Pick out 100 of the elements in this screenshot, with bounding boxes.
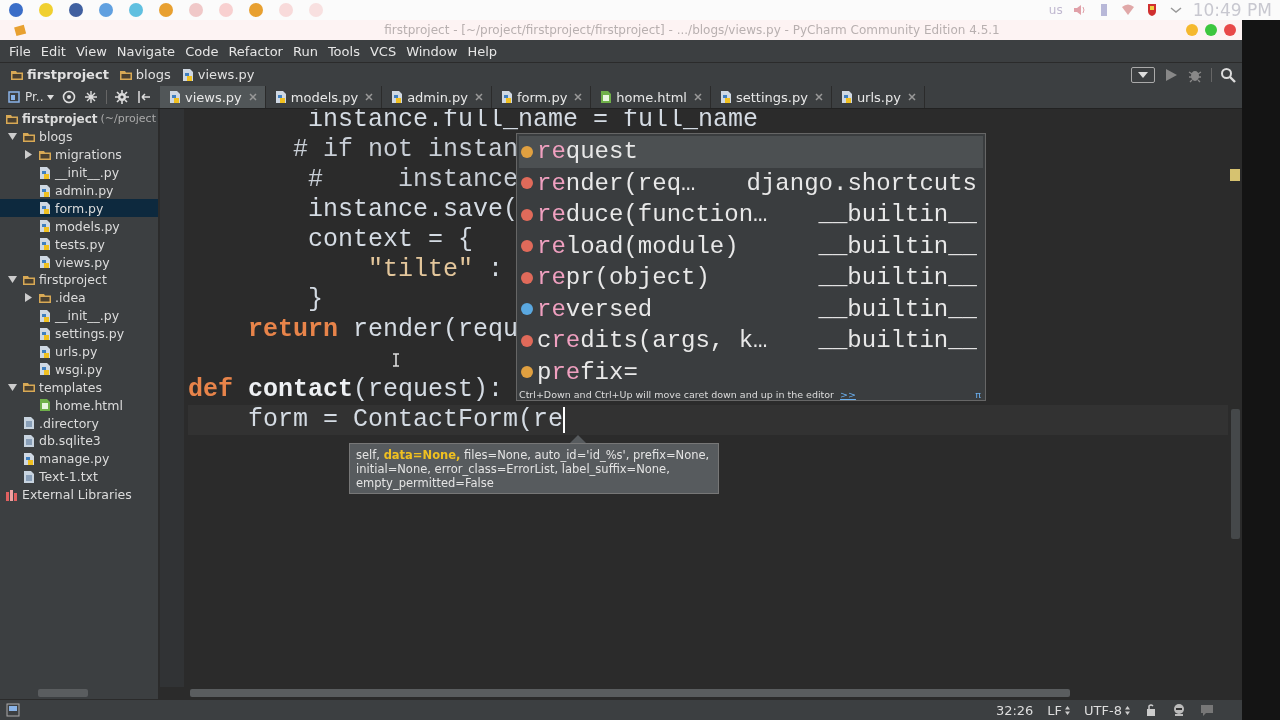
line-separator-selector[interactable]: LF [1047,702,1071,718]
completion-item[interactable]: prefix= [519,356,983,388]
text-file-icon [22,433,36,448]
tree-item[interactable]: form.py [0,199,158,218]
completion-item[interactable]: credits(args, k… __builtin__ [519,325,983,357]
lock-icon[interactable] [1144,703,1158,717]
hint-link[interactable]: >> [840,389,856,400]
caret-icon [1138,71,1148,78]
maximize-button[interactable] [1205,24,1217,36]
code-line: # instance [307,165,519,195]
code-editor[interactable] [160,109,1242,699]
tool-windows-icon[interactable] [6,703,20,717]
tree-item[interactable]: .directory [0,414,158,433]
close-icon[interactable] [907,93,916,101]
encoding-selector[interactable]: UTF-8 [1084,702,1130,718]
completion-item[interactable]: request [519,136,983,168]
close-icon[interactable] [574,93,583,101]
close-icon[interactable] [248,93,257,101]
tree-item[interactable]: blogs [0,127,158,146]
editor-tab[interactable]: settings.py [710,86,832,108]
close-icon[interactable] [474,93,483,101]
expanded-arrow-icon[interactable] [7,275,17,285]
run-configuration-dropdown[interactable] [1131,66,1155,83]
tree-item[interactable]: db.sqlite3 [0,432,158,450]
editor-tab[interactable]: form.py [491,86,592,108]
search-icon[interactable] [1220,66,1236,83]
menu-item[interactable]: Tools [322,43,365,59]
tree-item[interactable]: wsgi.py [0,360,158,379]
scrollbar-thumb[interactable] [190,689,1070,697]
completion-item[interactable]: reversed __builtin__ [519,293,983,325]
menu-item[interactable]: Edit [35,43,71,59]
launcher-icon[interactable] [68,2,84,18]
settings-icon[interactable] [114,90,129,104]
editor-tab[interactable]: admin.py [382,86,492,108]
scrollbar-thumb[interactable] [38,689,88,697]
collapse-icon[interactable] [83,90,98,104]
caret-position[interactable]: 32:26 [995,702,1034,718]
tree-item[interactable]: firstproject [0,271,158,289]
target-icon[interactable] [61,90,76,104]
pin-button[interactable]: π [975,389,983,400]
warning-marker[interactable] [1230,169,1240,181]
menu-item[interactable]: Help [462,43,503,59]
breadcrumb[interactable]: firstproject [10,67,109,82]
tree-item[interactable]: __init__.py [0,163,158,182]
collapsed-arrow-icon[interactable] [23,150,33,160]
close-icon[interactable] [814,93,823,101]
menu-item[interactable]: Code [180,43,224,59]
tree-item[interactable]: External Libraries [0,485,158,504]
event-log-icon[interactable] [1200,703,1214,717]
volume-icon[interactable] [1072,3,1087,17]
editor-tab[interactable]: home.html [591,86,711,108]
editor-tab[interactable]: urls.py [831,86,925,108]
menu-item[interactable]: View [70,43,112,59]
python-file-icon [180,67,195,82]
menu-item[interactable]: Refactor [223,43,288,59]
tree-item[interactable]: settings.py [0,324,158,343]
collapsed-arrow-icon[interactable] [23,293,33,303]
launcher-icon[interactable] [8,2,24,18]
tree-item[interactable]: home.html [0,396,158,415]
tree-item[interactable]: models.py [0,217,158,236]
close-icon[interactable] [365,93,374,101]
project-view-selector[interactable]: Pr.. [8,90,54,104]
tree-item[interactable]: __init__.py [0,306,158,325]
tree-item[interactable]: views.py [0,253,158,271]
scrollbar-thumb[interactable] [1231,409,1240,539]
code-line: context = { [307,225,474,255]
tree-item[interactable]: templates [0,378,158,397]
menu-item[interactable]: Navigate [111,43,181,59]
launcher-icon[interactable] [98,2,114,18]
project-view-icon [8,90,22,104]
expanded-arrow-icon[interactable] [7,132,17,142]
completion-item[interactable]: render(req… django.shortcuts [519,167,983,199]
close-button[interactable] [1224,24,1236,36]
tree-item[interactable]: admin.py [0,181,158,200]
completion-item[interactable]: reduce(function… __builtin__ [519,199,983,231]
breadcrumb[interactable]: views.py [180,67,255,82]
editor-tab[interactable]: models.py [265,86,383,108]
run-icon[interactable] [1163,66,1179,83]
html-file-icon [599,90,614,104]
completion-item[interactable]: reload(module) __builtin__ [519,230,983,262]
menu-item[interactable]: Run [287,43,323,59]
tree-item[interactable]: migrations [0,145,158,164]
python-file-icon [38,201,52,216]
tree-item[interactable]: manage.py [0,449,158,468]
editor-tab[interactable]: views.py [160,86,266,108]
tree-item[interactable]: tests.py [0,235,158,254]
menu-item[interactable]: File [4,43,36,59]
tree-item[interactable]: .idea [0,288,158,307]
inspector-icon[interactable] [1172,703,1186,717]
code-line: instance.save( [307,195,519,225]
tree-item[interactable]: urls.py [0,342,158,361]
hide-panel-icon[interactable] [136,90,151,104]
completion-item[interactable]: repr(object) __builtin__ [519,262,983,294]
breadcrumb[interactable]: blogs [118,67,171,82]
expanded-arrow-icon[interactable] [7,382,17,392]
menu-item[interactable]: VCS [364,43,402,59]
menu-item[interactable]: Window [401,43,463,59]
tree-item[interactable]: Text-1.txt [0,467,158,486]
close-icon[interactable] [693,93,702,101]
tree-item[interactable]: firstproject (~/project [0,110,158,128]
